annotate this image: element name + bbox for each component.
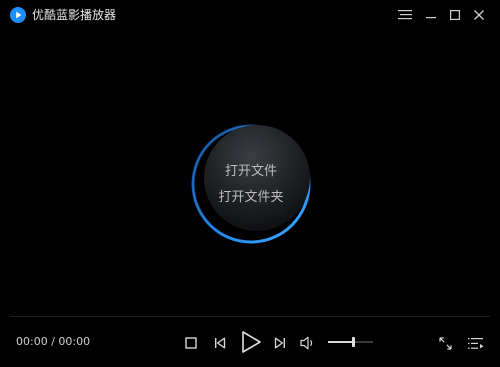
fullscreen-icon bbox=[438, 336, 452, 350]
open-file-link[interactable]: 打开文件 bbox=[186, 164, 316, 180]
volume-slider[interactable] bbox=[328, 337, 373, 347]
next-icon bbox=[274, 337, 286, 349]
play-icon bbox=[240, 330, 262, 354]
close-icon bbox=[473, 9, 485, 21]
volume-thumb[interactable] bbox=[352, 337, 355, 347]
maximize-button[interactable] bbox=[444, 5, 466, 25]
close-button[interactable] bbox=[468, 5, 490, 25]
playlist-button[interactable] bbox=[466, 334, 486, 352]
volume-button[interactable] bbox=[298, 333, 318, 353]
app-title: 优酷蓝影播放器 bbox=[32, 8, 117, 22]
previous-button[interactable] bbox=[211, 334, 229, 352]
menu-icon bbox=[398, 9, 412, 21]
playlist-icon bbox=[468, 337, 484, 350]
play-button[interactable] bbox=[238, 328, 264, 356]
minimize-icon bbox=[425, 9, 437, 21]
player-window: 优酷蓝影播放器 打开文件 打开文件夹 00:00 / 00:00 bbox=[0, 0, 500, 367]
minimize-button[interactable] bbox=[420, 5, 442, 25]
disc-ring-icon bbox=[191, 124, 311, 244]
fullscreen-button[interactable] bbox=[436, 334, 454, 352]
volume-fill bbox=[328, 341, 353, 343]
volume-icon bbox=[300, 336, 316, 350]
previous-icon bbox=[214, 337, 226, 349]
menu-button[interactable] bbox=[394, 5, 416, 25]
title-bar[interactable]: 优酷蓝影播放器 bbox=[0, 0, 500, 30]
control-bar-divider bbox=[10, 316, 490, 317]
next-button[interactable] bbox=[271, 334, 289, 352]
open-folder-link[interactable]: 打开文件夹 bbox=[186, 190, 316, 206]
app-logo-icon bbox=[10, 7, 26, 23]
time-display: 00:00 / 00:00 bbox=[16, 335, 91, 348]
stop-button[interactable] bbox=[182, 334, 200, 352]
open-media-disc: 打开文件 打开文件夹 bbox=[186, 121, 316, 247]
stop-icon bbox=[185, 337, 197, 349]
maximize-icon bbox=[449, 9, 461, 21]
